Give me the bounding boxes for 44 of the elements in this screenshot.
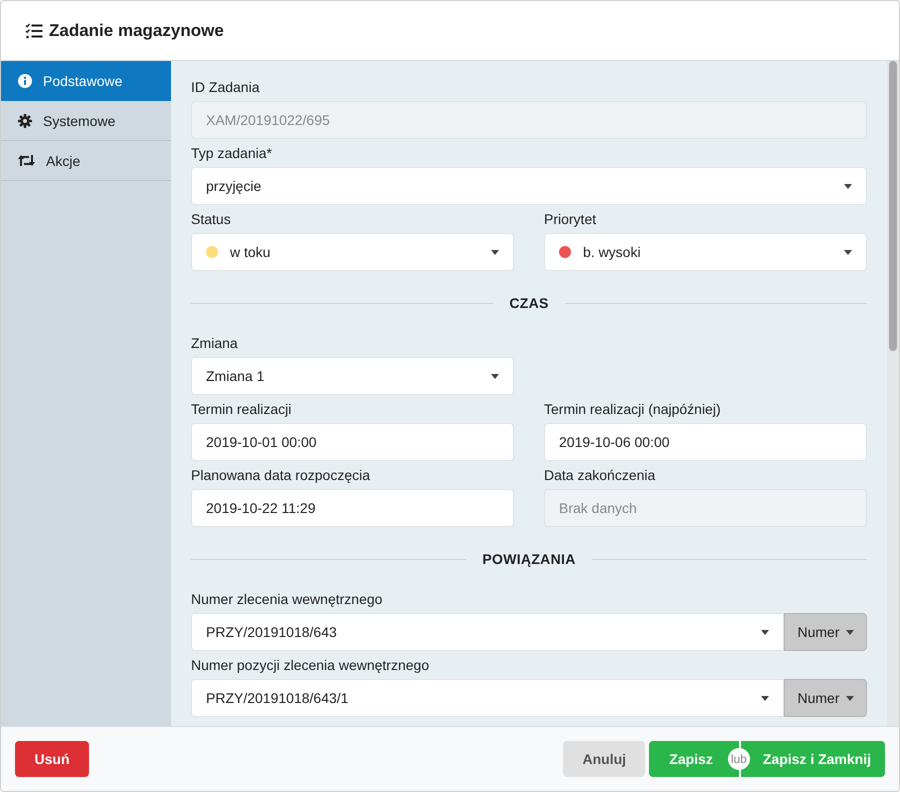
checklist-icon: [25, 22, 43, 38]
input-field[interactable]: 2019-10-22 11:29: [191, 489, 514, 527]
caret-icon: [761, 630, 769, 634]
caret-icon: [846, 696, 854, 700]
dropdown-field[interactable]: b. wysoki: [544, 233, 867, 271]
number-button[interactable]: Numer: [784, 679, 867, 717]
section-heading: CZAS: [509, 295, 549, 311]
field-label: Status: [191, 211, 232, 227]
window-title: Zadanie magazynowe: [49, 20, 224, 40]
field-label: Termin realizacji (najpóźniej): [544, 401, 722, 417]
field-label: Typ zadania*: [191, 145, 273, 161]
field-label: Data zakończenia: [544, 467, 656, 483]
caret-icon: [761, 696, 769, 700]
input-field: XAM/20191022/695: [191, 101, 867, 139]
input-field[interactable]: 2019-10-01 00:00: [191, 423, 514, 461]
delete-button[interactable]: Usuń: [15, 741, 89, 777]
scrollbar-thumb[interactable]: [889, 61, 897, 351]
number-button[interactable]: Numer: [784, 613, 867, 651]
dropdown-field[interactable]: Zmiana 1: [191, 357, 514, 395]
dropdown-field[interactable]: w toku: [191, 233, 514, 271]
field-label: Numer zlecenia wewnętrznego: [191, 591, 384, 607]
gear-icon: [18, 114, 32, 128]
info-icon: [18, 74, 32, 88]
caret-icon: [491, 374, 499, 378]
field-label: Planowana data rozpoczęcia: [191, 467, 372, 483]
field-label: Zmiana: [191, 335, 239, 351]
field-label: Priorytet: [544, 211, 598, 227]
field-label: Numer pozycji zlecenia wewnętrznego: [191, 657, 430, 673]
dropdown-field[interactable]: PRZY/20191018/643/1: [191, 679, 784, 717]
sidebar-tab[interactable]: Podstawowe: [1, 61, 171, 101]
dropdown-field[interactable]: przyjęcie: [191, 167, 867, 205]
repeat-arrows-icon: [18, 154, 35, 167]
caret-icon: [491, 250, 499, 254]
section-heading: POWIĄZANIA: [482, 551, 576, 567]
field-label: ID Zadania: [191, 79, 260, 95]
field-label: Termin realizacji: [191, 401, 292, 417]
caret-icon: [846, 630, 854, 634]
input-field: Brak danych: [544, 489, 867, 527]
scrollbar[interactable]: [887, 61, 899, 726]
cancel-button[interactable]: Anuluj: [563, 741, 646, 777]
dropdown-field[interactable]: PRZY/20191018/643: [191, 613, 784, 651]
input-field[interactable]: 2019-10-06 00:00: [544, 423, 867, 461]
caret-icon: [844, 184, 852, 188]
caret-icon: [844, 250, 852, 254]
